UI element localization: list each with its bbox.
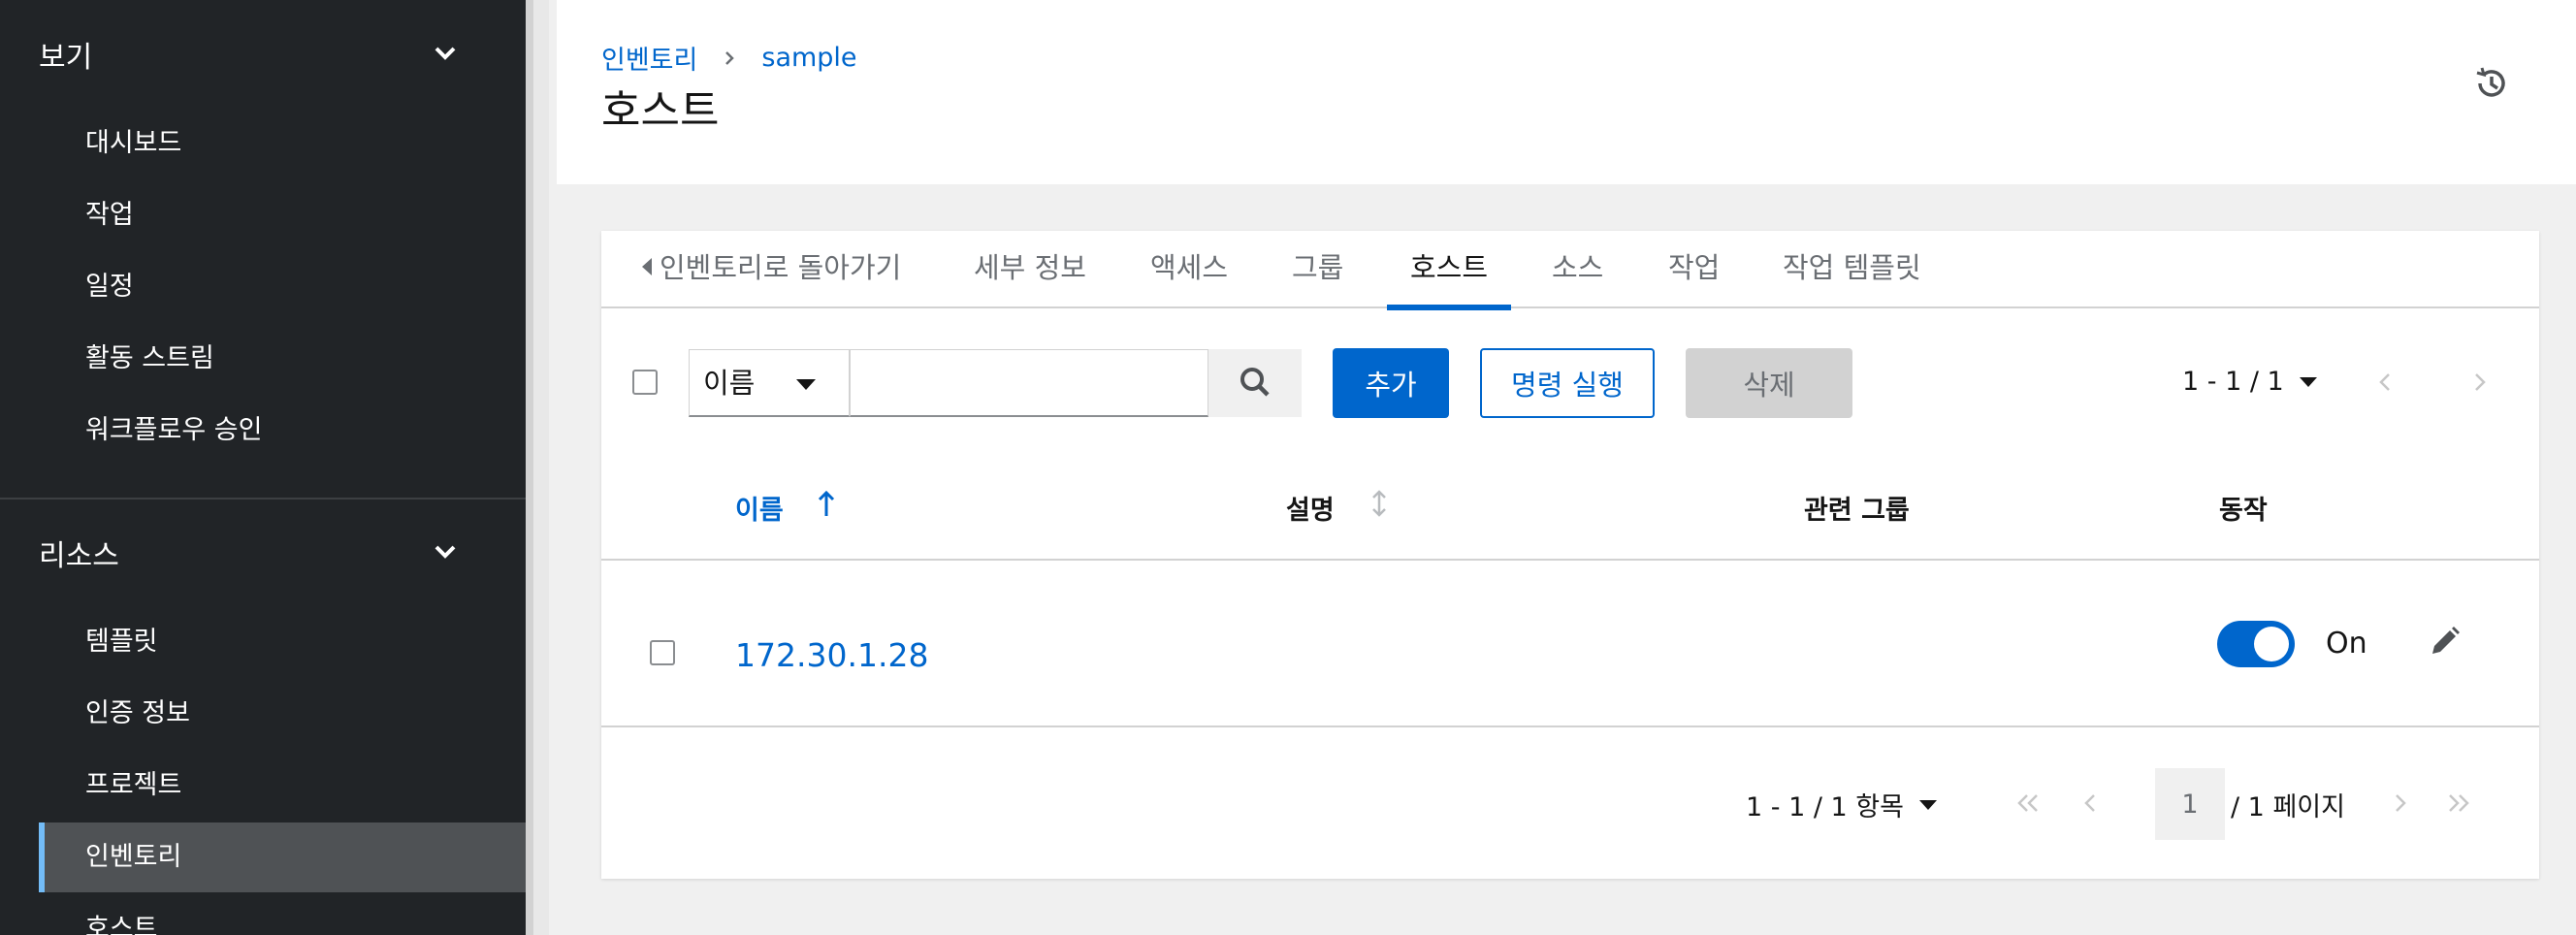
sidebar-scrollbar[interactable] [526,0,549,935]
caret-down-icon [796,379,816,390]
column-header-name[interactable]: 이름 [735,489,784,527]
sidebar-item-jobs[interactable]: 작업 [39,180,526,250]
sidebar-item-activity-stream[interactable]: 활동 스트림 [39,324,526,394]
chevron-right-icon [725,50,735,65]
pagination-range: 1 - 1 / 1 [2182,367,2284,397]
nav-divider [0,498,526,500]
search-icon [1240,367,1270,397]
page-total-label: / 1 페이지 [2231,792,2345,822]
sidebar-item-templates[interactable]: 템플릿 [39,607,526,677]
sort-ascending-icon[interactable] [817,489,836,518]
chevron-down-icon[interactable] [431,537,460,566]
tab-access[interactable]: 액세스 [1150,231,1228,308]
sidebar-item-hosts[interactable]: 호스트 [39,894,526,935]
column-header-description[interactable]: 설명 [1286,489,1335,527]
toggle-state-label: On [2326,627,2367,661]
table-divider [601,559,2539,561]
edit-pencil-icon[interactable] [2425,623,2463,661]
tab-bar: 인벤토리로 돌아가기 세부 정보 액세스 그룹 호스트 소스 작업 작업 템플릿 [601,231,2539,310]
sort-icon[interactable] [1369,489,1389,518]
add-button[interactable]: 추가 [1333,348,1449,418]
sidebar-item-inventories[interactable]: 인벤토리 [39,822,526,892]
host-enabled-toggle[interactable] [2217,621,2295,667]
caret-left-icon [642,258,652,275]
tab-hosts[interactable]: 호스트 [1386,231,1512,310]
column-header-related-groups: 관련 그룹 [1804,496,1910,526]
filter-key-select[interactable]: 이름 [689,349,850,417]
run-command-button[interactable]: 명령 실행 [1480,348,1655,418]
sidebar-item-schedules[interactable]: 일정 [39,252,526,322]
page-header: 인벤토리 sample 호스트 [557,0,2576,184]
page-number-input[interactable] [2155,768,2225,840]
tab-sources[interactable]: 소스 [1552,231,1603,308]
chevron-down-icon[interactable] [431,39,460,68]
previous-page-icon[interactable] [2374,371,2398,394]
table-divider [601,725,2539,727]
first-page-icon[interactable] [2013,791,2043,815]
page-title: 호스트 [601,86,720,136]
breadcrumb: 인벤토리 sample [601,39,857,77]
sidebar: 보기 대시보드 작업 일정 활동 스트림 워크플로우 승인 리소스 템플릿 인증… [0,0,526,935]
search-input[interactable] [850,349,1208,417]
tab-job-templates[interactable]: 작업 템플릿 [1783,231,1921,308]
tab-back-to-inventories[interactable]: 인벤토리로 돌아가기 [642,231,901,308]
sidebar-item-credentials[interactable]: 인증 정보 [39,679,526,749]
breadcrumb-sample-link[interactable]: sample [761,43,856,73]
previous-page-icon[interactable] [2079,791,2103,815]
nav-group-resources[interactable]: 리소스 [39,532,119,574]
history-icon[interactable] [2471,64,2510,103]
sidebar-item-projects[interactable]: 프로젝트 [39,751,526,821]
next-page-icon[interactable] [2388,791,2411,815]
breadcrumb-inventories-link[interactable]: 인벤토리 [601,39,697,77]
search-button[interactable] [1208,349,1302,417]
column-header-actions: 동작 [2219,496,2268,526]
tab-label: 인벤토리로 돌아가기 [660,251,902,284]
toggle-knob [2254,627,2289,661]
caret-down-icon [2299,376,2317,387]
pagination-toggle[interactable]: 1 - 1 / 1 [2182,367,2317,397]
hosts-card: 인벤토리로 돌아가기 세부 정보 액세스 그룹 호스트 소스 작업 작업 템플릿… [601,231,2539,879]
tab-details[interactable]: 세부 정보 [974,231,1086,308]
select-all-checkbox[interactable] [632,370,658,395]
filter-key-label: 이름 [703,367,756,400]
bottom-pagination-toggle[interactable]: 1 - 1 / 1 항목 [1746,786,1937,823]
host-name-link[interactable]: 172.30.1.28 [735,636,928,674]
sidebar-item-workflow-approvals[interactable]: 워크플로우 승인 [39,396,526,466]
pagination-summary: 1 - 1 / 1 항목 [1746,792,1904,822]
sidebar-item-dashboard[interactable]: 대시보드 [39,109,526,178]
row-select-checkbox[interactable] [650,640,675,665]
tab-jobs[interactable]: 작업 [1668,231,1720,308]
caret-down-icon [1918,799,1937,810]
next-page-icon[interactable] [2467,371,2491,394]
delete-button[interactable]: 삭제 [1686,348,1852,418]
tab-groups[interactable]: 그룹 [1292,231,1343,308]
last-page-icon[interactable] [2444,791,2473,815]
nav-group-view[interactable]: 보기 [39,33,92,76]
